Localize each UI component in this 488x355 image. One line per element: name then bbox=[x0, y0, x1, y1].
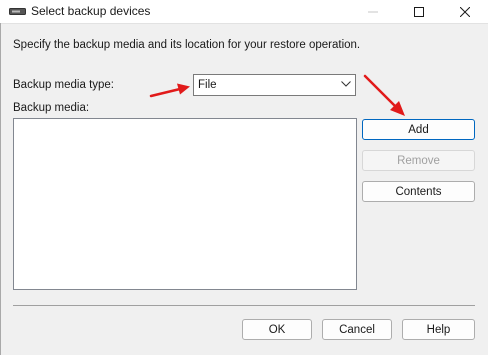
ok-button[interactable]: OK bbox=[242, 319, 312, 340]
contents-button[interactable]: Contents bbox=[362, 181, 475, 202]
window-title: Select backup devices bbox=[31, 4, 151, 18]
footer-divider bbox=[13, 305, 475, 306]
backup-media-type-select[interactable]: File bbox=[193, 74, 356, 96]
close-button[interactable] bbox=[442, 0, 488, 23]
backup-media-list[interactable] bbox=[13, 118, 357, 290]
annotation-arrow-to-add-button bbox=[363, 74, 405, 116]
chevron-down-icon bbox=[341, 81, 351, 87]
minimize-icon bbox=[368, 11, 378, 12]
backup-media-type-value: File bbox=[198, 79, 217, 91]
cancel-button[interactable]: Cancel bbox=[322, 319, 392, 340]
maximize-button[interactable] bbox=[396, 0, 442, 23]
remove-button[interactable]: Remove bbox=[362, 150, 475, 171]
maximize-icon bbox=[414, 6, 424, 17]
backup-device-icon bbox=[9, 8, 26, 15]
backup-media-label: Backup media: bbox=[13, 102, 90, 114]
backup-media-type-label: Backup media type: bbox=[13, 79, 115, 91]
help-button[interactable]: Help bbox=[402, 319, 475, 340]
title-bar: Select backup devices bbox=[0, 0, 488, 24]
minimize-button[interactable] bbox=[350, 0, 396, 23]
window-frame-edge bbox=[0, 23, 1, 355]
instructions-text: Specify the backup media and its locatio… bbox=[13, 39, 361, 51]
close-icon bbox=[460, 6, 470, 17]
annotation-arrow-to-media-type bbox=[149, 83, 190, 98]
add-button[interactable]: Add bbox=[362, 119, 475, 140]
